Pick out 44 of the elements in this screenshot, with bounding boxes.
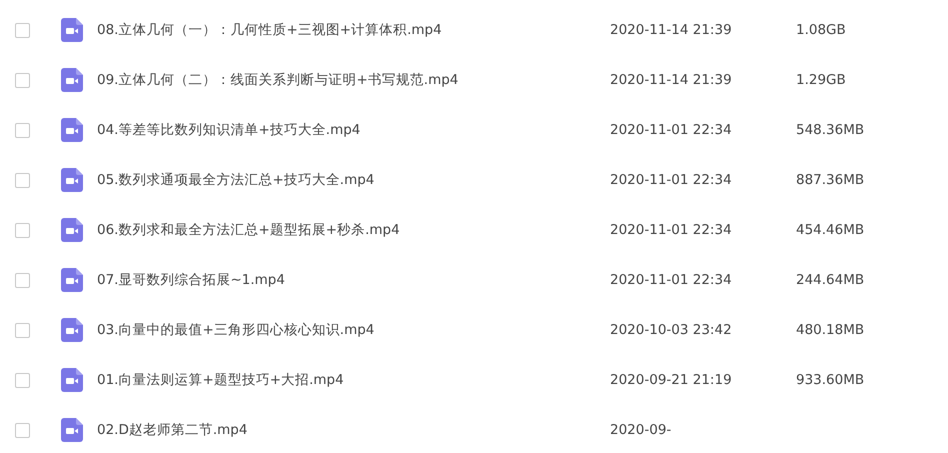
file-name[interactable]: 09.立体几何（二）：线面关系判断与证明+书写规范.mp4 [97, 71, 610, 89]
video-file-icon [61, 318, 83, 342]
video-file-icon [61, 18, 83, 42]
checkbox[interactable] [15, 222, 30, 238]
modified-date: 2020-11-01 22:34 [610, 172, 733, 188]
checkbox[interactable] [15, 372, 30, 388]
file-name[interactable]: 02.D赵老师第二节.mp4 [97, 421, 610, 439]
modified-date: 2020-11-01 22:34 [610, 122, 733, 138]
file-size: 933.60MB [796, 372, 864, 388]
checkbox[interactable] [15, 322, 30, 338]
file-name[interactable]: 07.显哥数列综合拓展~1.mp4 [97, 271, 610, 289]
checkbox[interactable] [15, 22, 30, 38]
modified-date: 2020-11-14 21:39 [610, 72, 733, 88]
video-file-icon [61, 118, 83, 142]
file-size: 244.64MB [796, 272, 864, 288]
checkbox[interactable] [15, 272, 30, 288]
file-size: 1.29GB [796, 72, 846, 88]
video-file-icon [61, 218, 83, 242]
checkbox[interactable] [15, 172, 30, 188]
modified-date: 2020-09- [610, 422, 672, 438]
modified-date: 2020-11-14 21:39 [610, 22, 733, 38]
video-file-icon [61, 68, 83, 92]
file-name[interactable]: 06.数列求和最全方法汇总+题型拓展+秒杀.mp4 [97, 221, 610, 239]
file-name[interactable]: 03.向量中的最值+三角形四心核心知识.mp4 [97, 321, 610, 339]
video-file-icon [61, 368, 83, 392]
file-name[interactable]: 05.数列求通项最全方法汇总+技巧大全.mp4 [97, 171, 610, 189]
checkbox[interactable] [15, 122, 30, 138]
file-name[interactable]: 01.向量法则运算+题型技巧+大招.mp4 [97, 371, 610, 389]
modified-date: 2020-09-21 21:19 [610, 372, 733, 388]
modified-date: 2020-11-01 22:34 [610, 222, 733, 238]
file-name[interactable]: 04.等差等比数列知识清单+技巧大全.mp4 [97, 121, 610, 139]
video-file-icon [61, 268, 83, 292]
file-size: 887.36MB [796, 172, 864, 188]
file-size: 454.46MB [796, 222, 864, 238]
checkbox[interactable] [15, 422, 30, 438]
checkbox[interactable] [15, 72, 30, 88]
file-size: 1.08GB [796, 22, 846, 38]
video-file-icon [61, 168, 83, 192]
file-size: 480.18MB [796, 322, 864, 338]
modified-date: 2020-11-01 22:34 [610, 272, 733, 288]
video-file-icon [61, 418, 83, 442]
modified-date: 2020-10-03 23:42 [610, 322, 733, 338]
file-name[interactable]: 08.立体几何（一）：几何性质+三视图+计算体积.mp4 [97, 21, 610, 39]
file-size: 548.36MB [796, 122, 864, 138]
